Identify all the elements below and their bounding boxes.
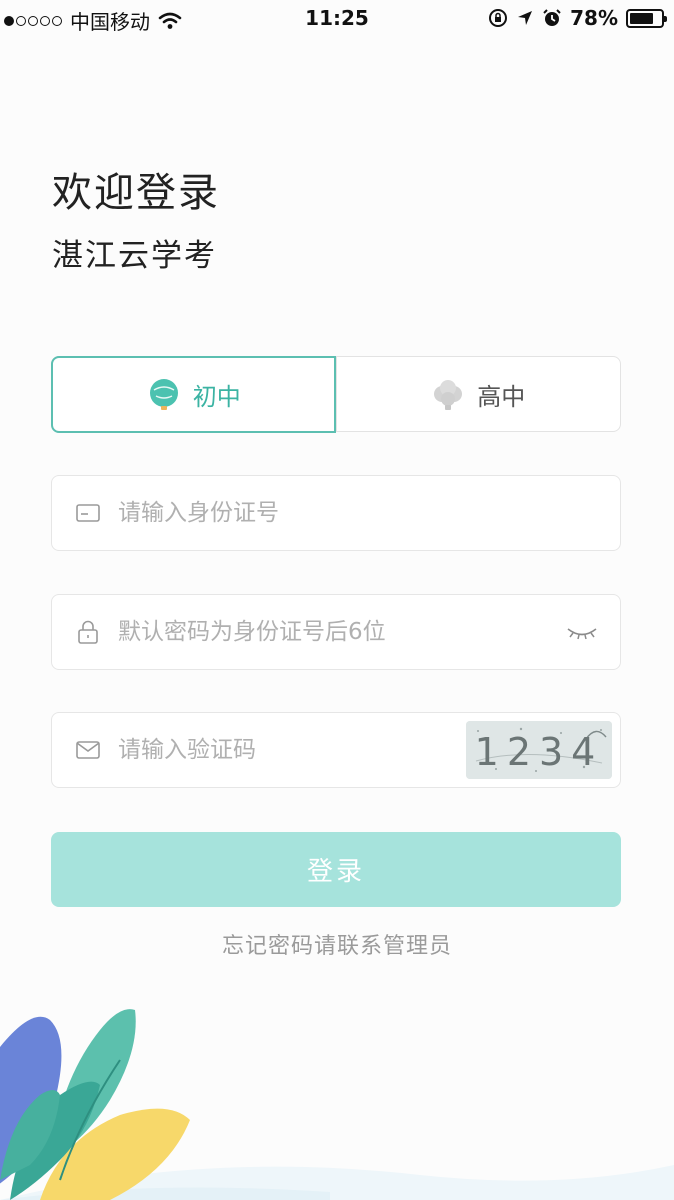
tab-junior-high-label: 初中 [192,382,241,411]
tab-senior-high-label: 高中 [477,382,526,411]
signal-strength-icon [4,15,64,26]
mail-icon [76,741,100,759]
battery-percentage: 78% [570,6,618,30]
carrier-name: 中国移动 [70,10,150,34]
junior-badge-icon [149,379,178,410]
password-field [51,594,621,670]
forgot-password-hint: 忘记密码请联系管理员 [221,934,452,959]
id-card-icon [76,504,100,522]
tab-junior-high[interactable]: 初中 [50,355,336,433]
decorative-leaves-illustration [0,1009,674,1200]
captcha-field: 1234 [51,712,621,788]
password-input[interactable] [118,619,564,645]
login-button[interactable]: 登录 [51,832,621,907]
wifi-icon [158,12,182,29]
location-icon [518,11,533,25]
captcha-text: 1234 [475,730,604,774]
captcha-input[interactable] [118,737,466,763]
status-bar: 中国移动 11:25 78% [0,0,674,36]
login-screen: 中国移动 11:25 78% 欢迎登录 湛江云学考 初中 高中 请输入身份证号 … [0,0,674,1200]
captcha-image[interactable]: 1234 [466,721,612,779]
welcome-title: 欢迎登录 [52,170,220,216]
eye-closed-icon[interactable] [564,618,600,646]
school-level-selector: 初中 高中 [50,355,621,433]
app-name: 湛江云学考 [52,238,217,274]
rotation-lock-icon [489,9,508,27]
battery-icon [626,8,667,28]
tab-senior-high[interactable]: 高中 [335,357,621,431]
senior-badge-icon [434,380,463,410]
lock-icon [78,620,98,644]
id-number-field [51,475,621,551]
alarm-icon [543,9,561,26]
id-number-input[interactable] [118,500,620,526]
